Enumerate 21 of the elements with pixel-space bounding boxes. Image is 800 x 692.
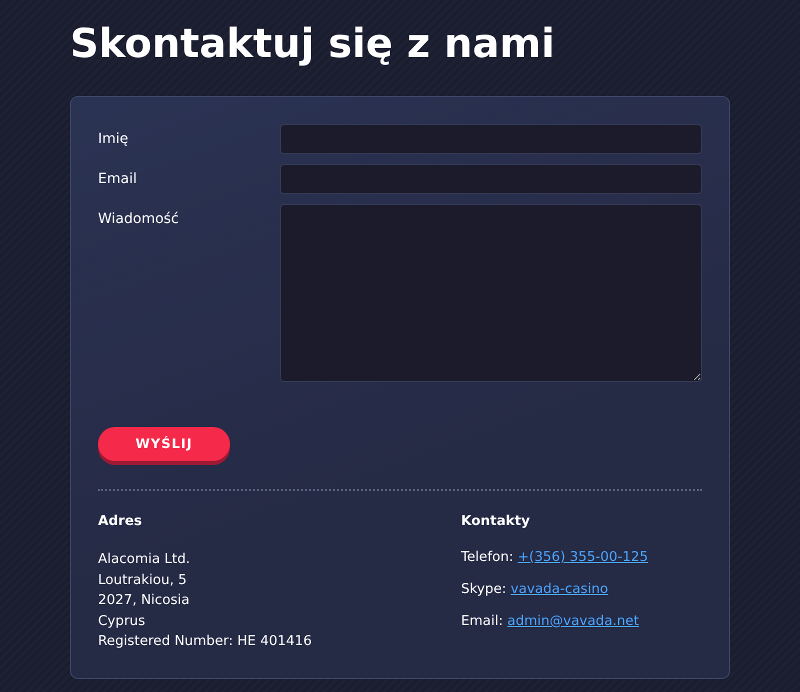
contact-line: Email: admin@vavada.net (461, 612, 640, 631)
contact-link[interactable]: vavada-casino (510, 581, 608, 597)
input-field[interactable] (280, 124, 702, 154)
contact-link[interactable]: +(356) 355-00-125 (518, 549, 648, 565)
page-title: Skontaktuj się z nami (70, 20, 556, 69)
address-heading: Adres (98, 512, 143, 531)
input-field[interactable] (280, 164, 702, 194)
address-line: Alacomia Ltd. (98, 550, 192, 569)
field-label: Wiadomość (98, 210, 180, 229)
contacts-heading: Kontakty (461, 512, 531, 531)
message-field[interactable] (280, 204, 702, 382)
field-label: Imię (98, 130, 130, 149)
field-label: Email (98, 170, 138, 189)
contact-line: Skype: vavada-casino (461, 580, 610, 599)
address-line: 2027, Nicosia (98, 591, 191, 610)
contact-link[interactable]: admin@vavada.net (507, 613, 639, 629)
address-line: Registered Number: HE 401416 (98, 632, 313, 651)
address-line: Loutrakiou, 5 (98, 570, 188, 590)
contact-line: Telefon: +(356) 355-00-125 (461, 548, 648, 567)
send-button[interactable]: WYŚLIJ (98, 427, 230, 461)
address-line: Cyprus (98, 612, 146, 630)
